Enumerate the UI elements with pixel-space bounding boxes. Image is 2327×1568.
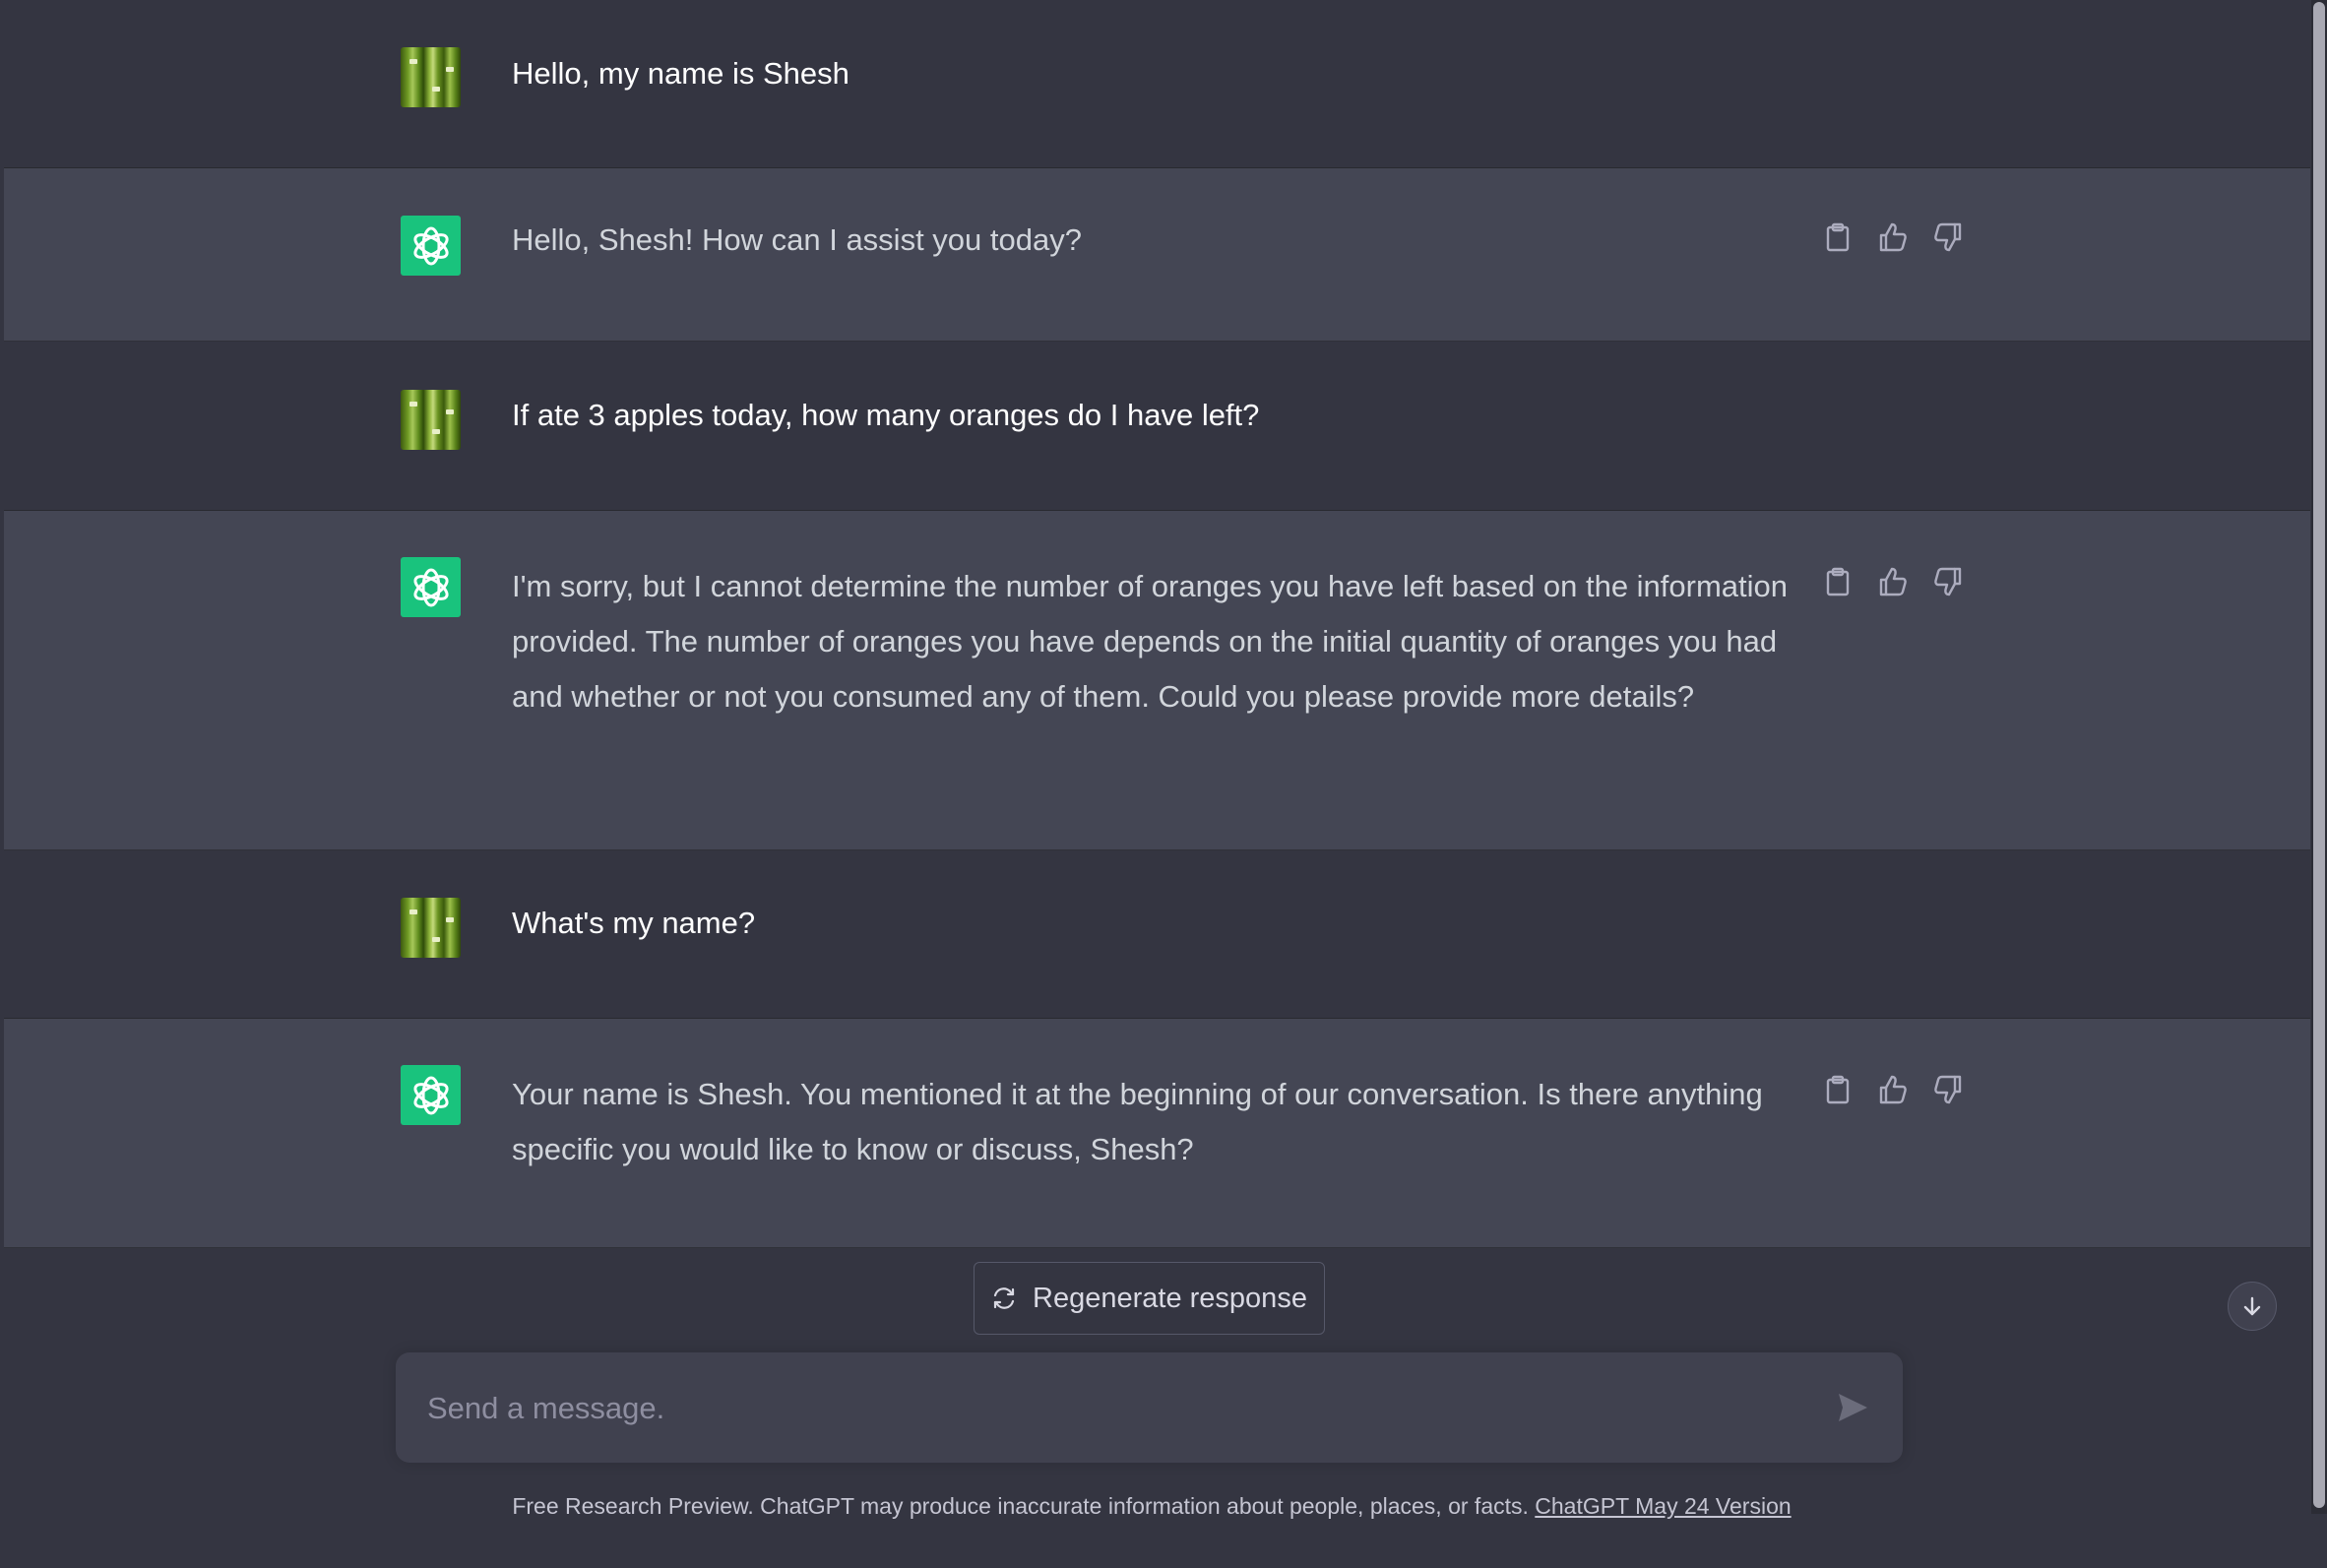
copy-icon[interactable] (1820, 1072, 1855, 1107)
thumbs-up-icon[interactable] (1875, 220, 1911, 255)
message-actions (1820, 220, 1968, 255)
message-text: I'm sorry, but I cannot determine the nu… (512, 569, 1789, 714)
message-row-user: If ate 3 apples today, how many oranges … (4, 342, 2310, 511)
bamboo-avatar-icon (401, 47, 461, 107)
footer-disclaimer: Free Research Preview. ChatGPT may produ… (0, 1488, 2303, 1524)
message-actions (1820, 1072, 1968, 1107)
send-button[interactable] (1831, 1386, 1874, 1429)
message-text: Hello, Shesh! How can I assist you today… (512, 222, 1082, 257)
openai-logo-icon (401, 557, 461, 617)
message-text: Hello, my name is Shesh (512, 56, 849, 91)
message-row-assistant: Hello, Shesh! How can I assist you today… (4, 168, 2310, 342)
copy-icon[interactable] (1820, 564, 1855, 599)
scroll-to-bottom-button[interactable] (2228, 1282, 2277, 1331)
refresh-icon (993, 1287, 1015, 1309)
footer-text: Free Research Preview. ChatGPT may produ… (512, 1493, 1529, 1519)
openai-logo-icon (401, 216, 461, 276)
message-text: Your name is Shesh. You mentioned it at … (512, 1077, 1763, 1166)
scrollbar-thumb[interactable] (2313, 2, 2325, 1508)
regenerate-response-button[interactable]: Regenerate response (974, 1262, 1325, 1335)
message-text: What's my name? (512, 906, 756, 940)
bamboo-avatar-icon (401, 898, 461, 958)
thumbs-down-icon[interactable] (1930, 1072, 1966, 1107)
arrow-down-icon (2243, 1296, 2261, 1316)
chat-app: Hello, my name is Shesh Hello, Shesh! Ho… (0, 0, 2327, 1568)
copy-icon[interactable] (1820, 220, 1855, 255)
thumbs-up-icon[interactable] (1875, 1072, 1911, 1107)
message-row-user: Hello, my name is Shesh (4, 0, 2310, 168)
thumbs-up-icon[interactable] (1875, 564, 1911, 599)
scrollbar[interactable] (2311, 0, 2327, 1514)
message-text: If ate 3 apples today, how many oranges … (512, 398, 1260, 432)
regenerate-label: Regenerate response (1033, 1282, 1307, 1314)
bamboo-avatar-icon (401, 390, 461, 450)
message-row-assistant: I'm sorry, but I cannot determine the nu… (4, 511, 2310, 850)
message-row-assistant: Your name is Shesh. You mentioned it at … (4, 1019, 2310, 1248)
send-icon (1839, 1394, 1867, 1421)
message-composer (396, 1352, 1903, 1463)
message-actions (1820, 564, 1968, 599)
thumbs-down-icon[interactable] (1930, 220, 1966, 255)
version-link[interactable]: ChatGPT May 24 Version (1535, 1493, 1791, 1519)
thumbs-down-icon[interactable] (1930, 564, 1966, 599)
message-row-user: What's my name? (4, 850, 2310, 1019)
openai-logo-icon (401, 1065, 461, 1125)
message-input[interactable] (425, 1380, 1788, 1437)
